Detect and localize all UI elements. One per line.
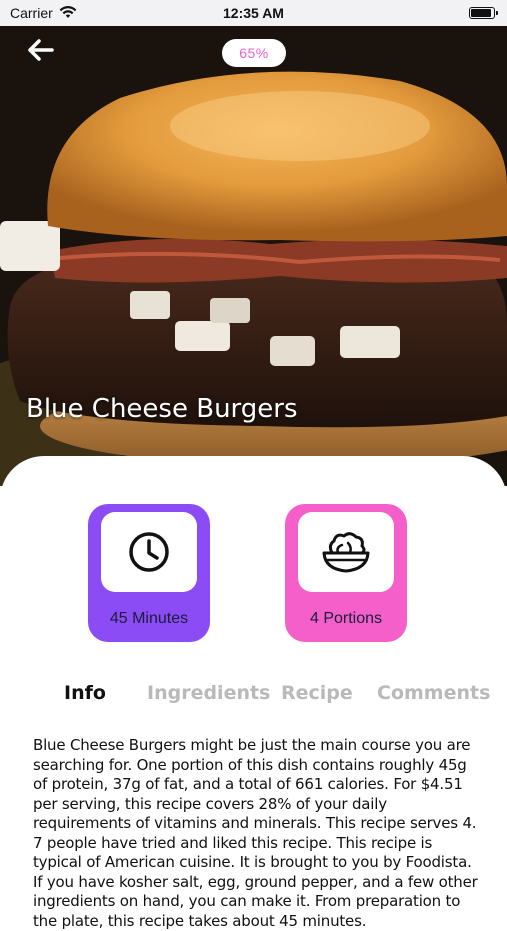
status-bar: Carrier 12:35 AM [0,0,507,26]
progress-badge: 65% [222,39,286,67]
tab-recipe[interactable]: Recipe [281,682,353,704]
recipe-tabs: Info Ingredients Recipe Comments [0,682,507,712]
portions-label: 4 Portions [309,610,383,627]
status-left: Carrier [10,5,77,22]
recipe-description: Blue Cheese Burgers might be just the ma… [33,736,478,930]
wifi-icon [59,5,77,22]
back-button[interactable] [26,38,66,70]
recipe-details-sheet: 45 Minutes 4 Portions Info Ingredients R… [0,456,507,930]
portions-card: 4 Portions [285,504,407,642]
tab-ingredients[interactable]: Ingredients [147,682,270,704]
battery-icon [469,7,498,19]
time-icon-box [101,512,197,592]
recipe-title: Blue Cheese Burgers [26,394,298,424]
hero-image: 65% Blue Cheese Burgers [0,26,507,486]
salad-bowl-icon [322,532,370,573]
time-card: 45 Minutes [88,504,210,642]
tab-info[interactable]: Info [64,682,106,704]
time-label: 45 Minutes [109,610,189,627]
arrow-left-icon [28,39,54,61]
clock-icon [129,532,169,572]
portions-icon-box [298,512,394,592]
tab-comments[interactable]: Comments [377,682,490,704]
carrier-label: Carrier [10,5,53,21]
